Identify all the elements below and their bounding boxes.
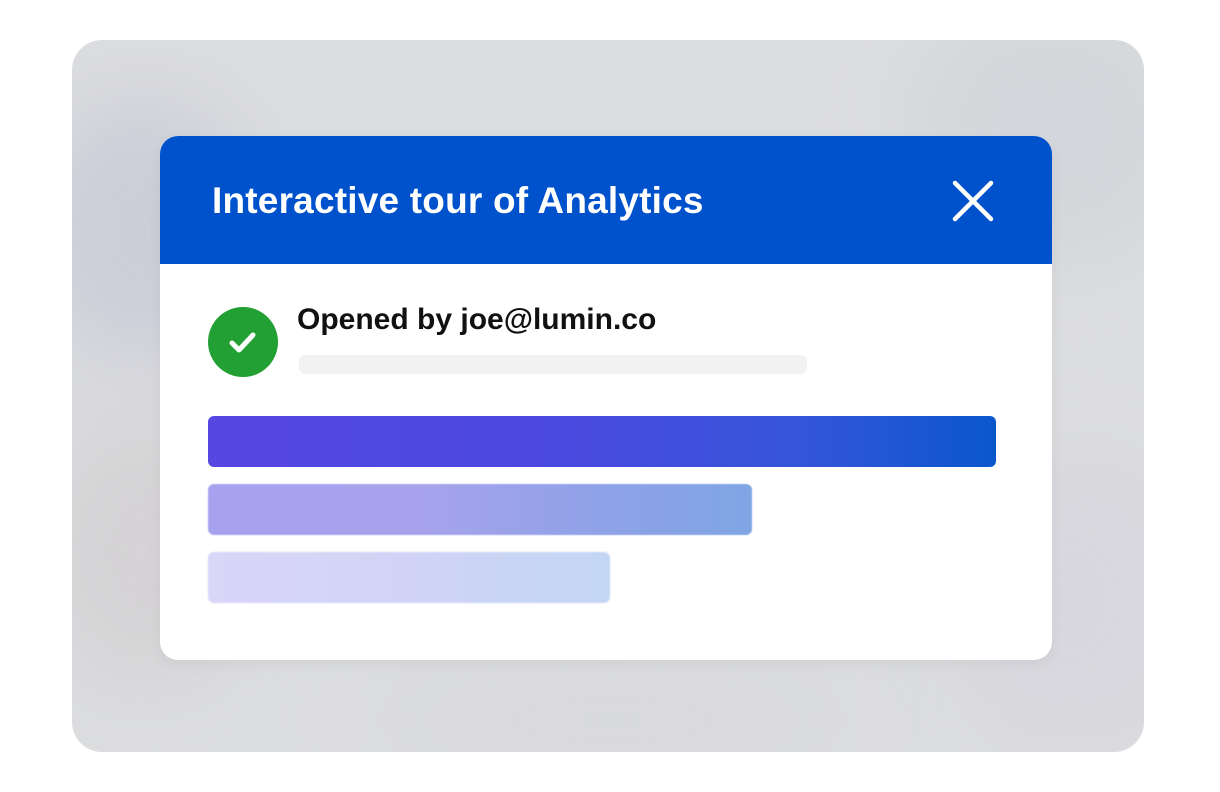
tour-dialog: Interactive tour of Analytics Opened by … xyxy=(160,136,1052,660)
opened-by-text: Opened by joe@lumin.co xyxy=(297,303,657,336)
close-button[interactable] xyxy=(950,178,996,224)
placeholder-line xyxy=(299,355,807,374)
dialog-header: Interactive tour of Analytics xyxy=(160,136,1052,264)
progress-bar-primary xyxy=(208,416,996,467)
progress-bar-secondary xyxy=(208,484,752,535)
check-circle-icon xyxy=(208,307,278,377)
dialog-title: Interactive tour of Analytics xyxy=(212,180,704,221)
close-icon xyxy=(952,180,994,222)
progress-bar-tertiary xyxy=(208,552,610,603)
